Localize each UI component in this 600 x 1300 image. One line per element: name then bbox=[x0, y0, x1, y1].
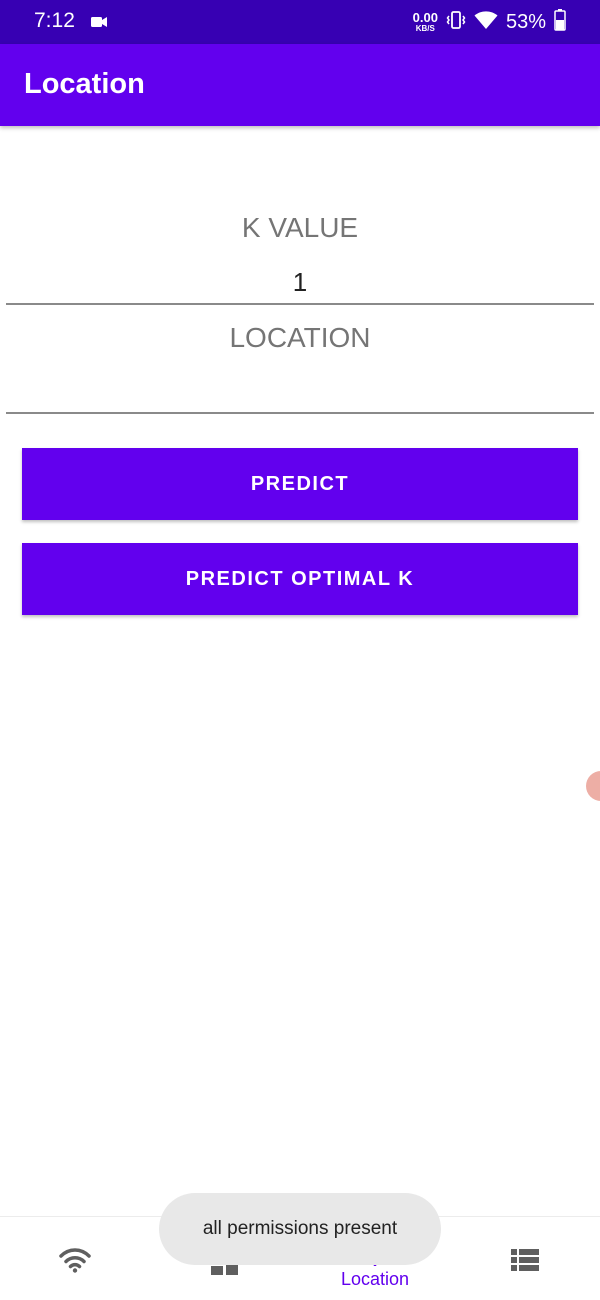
k-value-input[interactable] bbox=[0, 264, 600, 300]
battery-percent: 53% bbox=[505, 10, 546, 33]
toast-message: all permissions present bbox=[159, 1193, 441, 1265]
predict-optimal-k-button[interactable]: PREDICT OPTIMAL K bbox=[22, 543, 578, 615]
location-input[interactable] bbox=[0, 370, 600, 406]
nav-item-list[interactable] bbox=[450, 1217, 600, 1300]
edge-floating-handle[interactable] bbox=[586, 771, 600, 801]
network-speed: 0.00 KB/S bbox=[413, 11, 438, 33]
status-bar: 7:12 0.00 KB/S 53% bbox=[0, 0, 600, 44]
status-icons: 0.00 KB/S 53% bbox=[413, 7, 566, 37]
nav-item-wifi[interactable] bbox=[0, 1217, 150, 1300]
predict-button[interactable]: PREDICT bbox=[22, 448, 578, 520]
k-value-underline bbox=[6, 303, 594, 305]
battery-icon bbox=[554, 8, 566, 36]
status-time: 7:12 bbox=[34, 9, 75, 32]
page-title: Location bbox=[24, 68, 145, 100]
list-icon bbox=[450, 1249, 600, 1271]
k-value-label: K VALUE bbox=[241, 212, 359, 243]
video-camera-icon bbox=[91, 15, 107, 33]
vibrate-icon bbox=[446, 10, 466, 35]
app-bar: Location bbox=[0, 44, 600, 126]
location-underline bbox=[6, 412, 594, 414]
location-label: LOCATION bbox=[229, 322, 371, 353]
wifi-signal-icon bbox=[474, 10, 498, 35]
nav-label-location: Location bbox=[340, 1269, 410, 1289]
network-speed-value: 0.00 bbox=[412, 10, 438, 25]
network-speed-unit: KB/S bbox=[415, 24, 435, 33]
wifi-icon bbox=[0, 1247, 150, 1273]
